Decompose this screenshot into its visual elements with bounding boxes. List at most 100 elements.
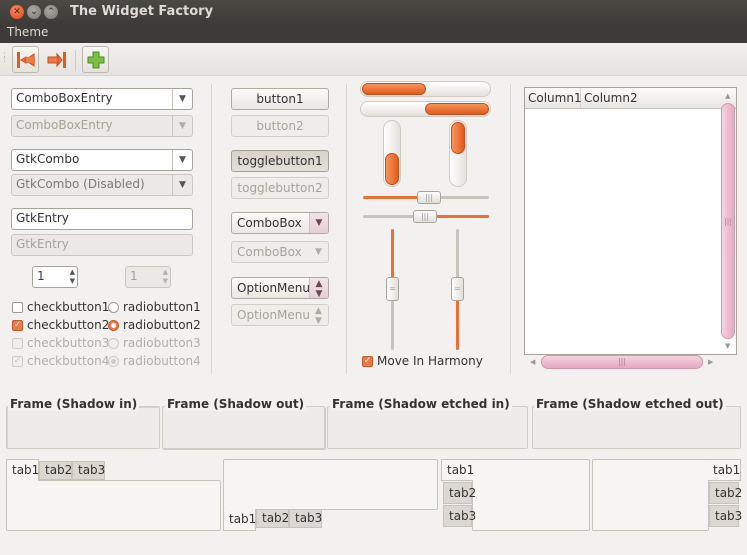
go-last-button[interactable]: [43, 46, 70, 73]
progress-fill: [451, 122, 465, 154]
gtk-entry-disabled: GtkEntry: [11, 234, 193, 256]
checkbutton2-label[interactable]: checkbutton2: [27, 318, 109, 332]
gtk-entry-text: GtkEntry: [16, 211, 69, 225]
go-last-icon: [47, 51, 66, 68]
spin-button-disabled: 1 ▲ ▼: [125, 266, 171, 288]
tab-1[interactable]: tab1: [441, 459, 474, 481]
gtk-combo-text: GtkCombo: [16, 152, 80, 166]
scroll-down-arrow-icon[interactable]: ▼: [725, 342, 730, 350]
radiobutton4-label: radiobutton4: [123, 354, 201, 368]
tab-1[interactable]: tab1: [6, 459, 39, 481]
frame-shadow-in-label: Frame (Shadow in): [8, 397, 140, 411]
tab-1[interactable]: tab1: [708, 459, 741, 481]
checkbutton4-box: ✓: [12, 356, 23, 367]
tab-3[interactable]: tab3: [289, 509, 322, 528]
radiobutton3-circle: [108, 338, 119, 349]
notebook-right-page: [592, 459, 709, 531]
togglebutton2: togglebutton2: [231, 177, 329, 199]
button1[interactable]: button1: [231, 88, 329, 110]
chevron-down-icon[interactable]: ▼: [172, 150, 192, 170]
tab-3[interactable]: tab3: [709, 505, 742, 527]
tab-3[interactable]: tab3: [443, 505, 476, 527]
progress-fill: [385, 153, 399, 185]
gtk-entry[interactable]: GtkEntry: [11, 208, 193, 230]
scale-thumb[interactable]: =: [451, 277, 464, 301]
minimize-icon: ⌄: [30, 7, 38, 17]
progress-bar-horizontal-2: [360, 101, 491, 117]
chevron-down-icon: ▼: [172, 175, 192, 195]
move-in-harmony-label[interactable]: Move In Harmony: [377, 354, 483, 368]
button2: button2: [231, 115, 329, 137]
togglebutton1[interactable]: togglebutton1: [231, 150, 329, 172]
frame-shadow-etched-in: [327, 406, 528, 449]
column2-header[interactable]: Column2: [581, 88, 736, 109]
chevron-down-icon[interactable]: ▼: [172, 89, 192, 109]
horizontal-scrollbar[interactable]: |||: [541, 355, 703, 369]
chevron-down-icon[interactable]: ▼: [309, 213, 328, 233]
spin-arrows-icon: ▲ ▼: [162, 268, 168, 285]
scale-thumb[interactable]: |||: [417, 191, 441, 204]
gtk-combo[interactable]: GtkCombo ▼: [11, 149, 193, 171]
radiobutton3-label: radiobutton3: [123, 336, 201, 350]
tab-2[interactable]: tab2: [709, 482, 742, 504]
toolbar-grip[interactable]: ::: [3, 51, 6, 65]
tab-2[interactable]: tab2: [443, 482, 476, 504]
checkbutton1-label[interactable]: checkbutton1: [27, 300, 109, 314]
frame-shadow-etched-in-label: Frame (Shadow etched in): [330, 397, 512, 411]
checkbutton3-label: checkbutton3: [27, 336, 110, 350]
scroll-left-arrow-icon[interactable]: ◀: [530, 358, 535, 366]
updown-icon[interactable]: ▲ ▼: [309, 278, 328, 299]
tree-view[interactable]: Column1 Column2: [524, 87, 737, 355]
move-in-harmony-checkbox[interactable]: ✓: [362, 356, 373, 367]
checkbutton4-label: checkbutton4: [27, 354, 110, 368]
spin-button-value: 1: [37, 269, 45, 283]
gtk-combo-disabled-text: GtkCombo (Disabled): [16, 177, 145, 191]
progress-bar-vertical-1: [383, 120, 401, 187]
frame-shadow-out: [162, 406, 325, 449]
scale-thumb[interactable]: =: [386, 277, 399, 301]
frame-shadow-etched-out: [532, 406, 741, 449]
radiobutton1-circle[interactable]: [108, 302, 119, 313]
close-window-button[interactable]: ✕: [10, 5, 24, 19]
combobox[interactable]: ComboBox ▼: [231, 212, 329, 234]
add-button[interactable]: [82, 46, 109, 73]
checkbutton3-box: [12, 338, 23, 349]
scroll-right-arrow-icon[interactable]: ▶: [708, 358, 713, 366]
option-menu[interactable]: OptionMenu ▲ ▼: [231, 277, 329, 299]
maximize-window-button[interactable]: ⌃: [44, 5, 58, 19]
radiobutton1-label[interactable]: radiobutton1: [123, 300, 201, 314]
radiobutton2-circle[interactable]: [108, 320, 119, 331]
gtk-entry-disabled-text: GtkEntry: [16, 237, 69, 251]
column1-header[interactable]: Column1: [525, 88, 582, 109]
radiobutton4-circle: [108, 356, 119, 367]
spin-arrows-icon[interactable]: ▲ ▼: [70, 268, 75, 286]
notebook-left-page: [472, 459, 590, 531]
progress-fill: [362, 83, 426, 95]
notebook-top-page: [6, 480, 221, 531]
add-icon: [87, 51, 104, 68]
updown-icon: ▲ ▼: [315, 306, 322, 326]
combo-box-entry[interactable]: ComboBoxEntry ▼: [11, 88, 193, 110]
tab-2[interactable]: tab2: [256, 509, 289, 528]
minimize-window-button[interactable]: ⌄: [27, 5, 41, 19]
tab-1[interactable]: tab1: [223, 509, 256, 531]
option-menu-text: OptionMenu: [237, 281, 310, 295]
tab-3[interactable]: tab3: [72, 461, 105, 480]
combo-box-entry-text: ComboBoxEntry: [16, 91, 113, 105]
checkbutton1-box[interactable]: [12, 302, 23, 313]
scroll-up-arrow-icon[interactable]: ▲: [725, 92, 730, 100]
vertical-scrollbar[interactable]: |||: [721, 103, 735, 339]
option-menu-disabled-text: OptionMenu: [237, 308, 310, 322]
combo-box-entry-disabled: ComboBoxEntry ▼: [11, 115, 193, 137]
column-separator: [211, 84, 212, 374]
menu-theme[interactable]: Theme: [7, 25, 48, 39]
tab-2[interactable]: tab2: [39, 461, 72, 480]
title-bar: ✕ ⌄ ⌃ The Widget Factory: [0, 0, 747, 24]
checkbutton2-box[interactable]: ✓: [12, 320, 23, 331]
scale-thumb[interactable]: |||: [413, 210, 437, 223]
go-first-button[interactable]: [12, 46, 39, 73]
radiobutton2-label[interactable]: radiobutton2: [123, 318, 201, 332]
menubar: Theme: [0, 24, 747, 43]
toolbar: ::: [0, 43, 747, 76]
spin-button[interactable]: 1 ▲ ▼: [32, 266, 78, 288]
